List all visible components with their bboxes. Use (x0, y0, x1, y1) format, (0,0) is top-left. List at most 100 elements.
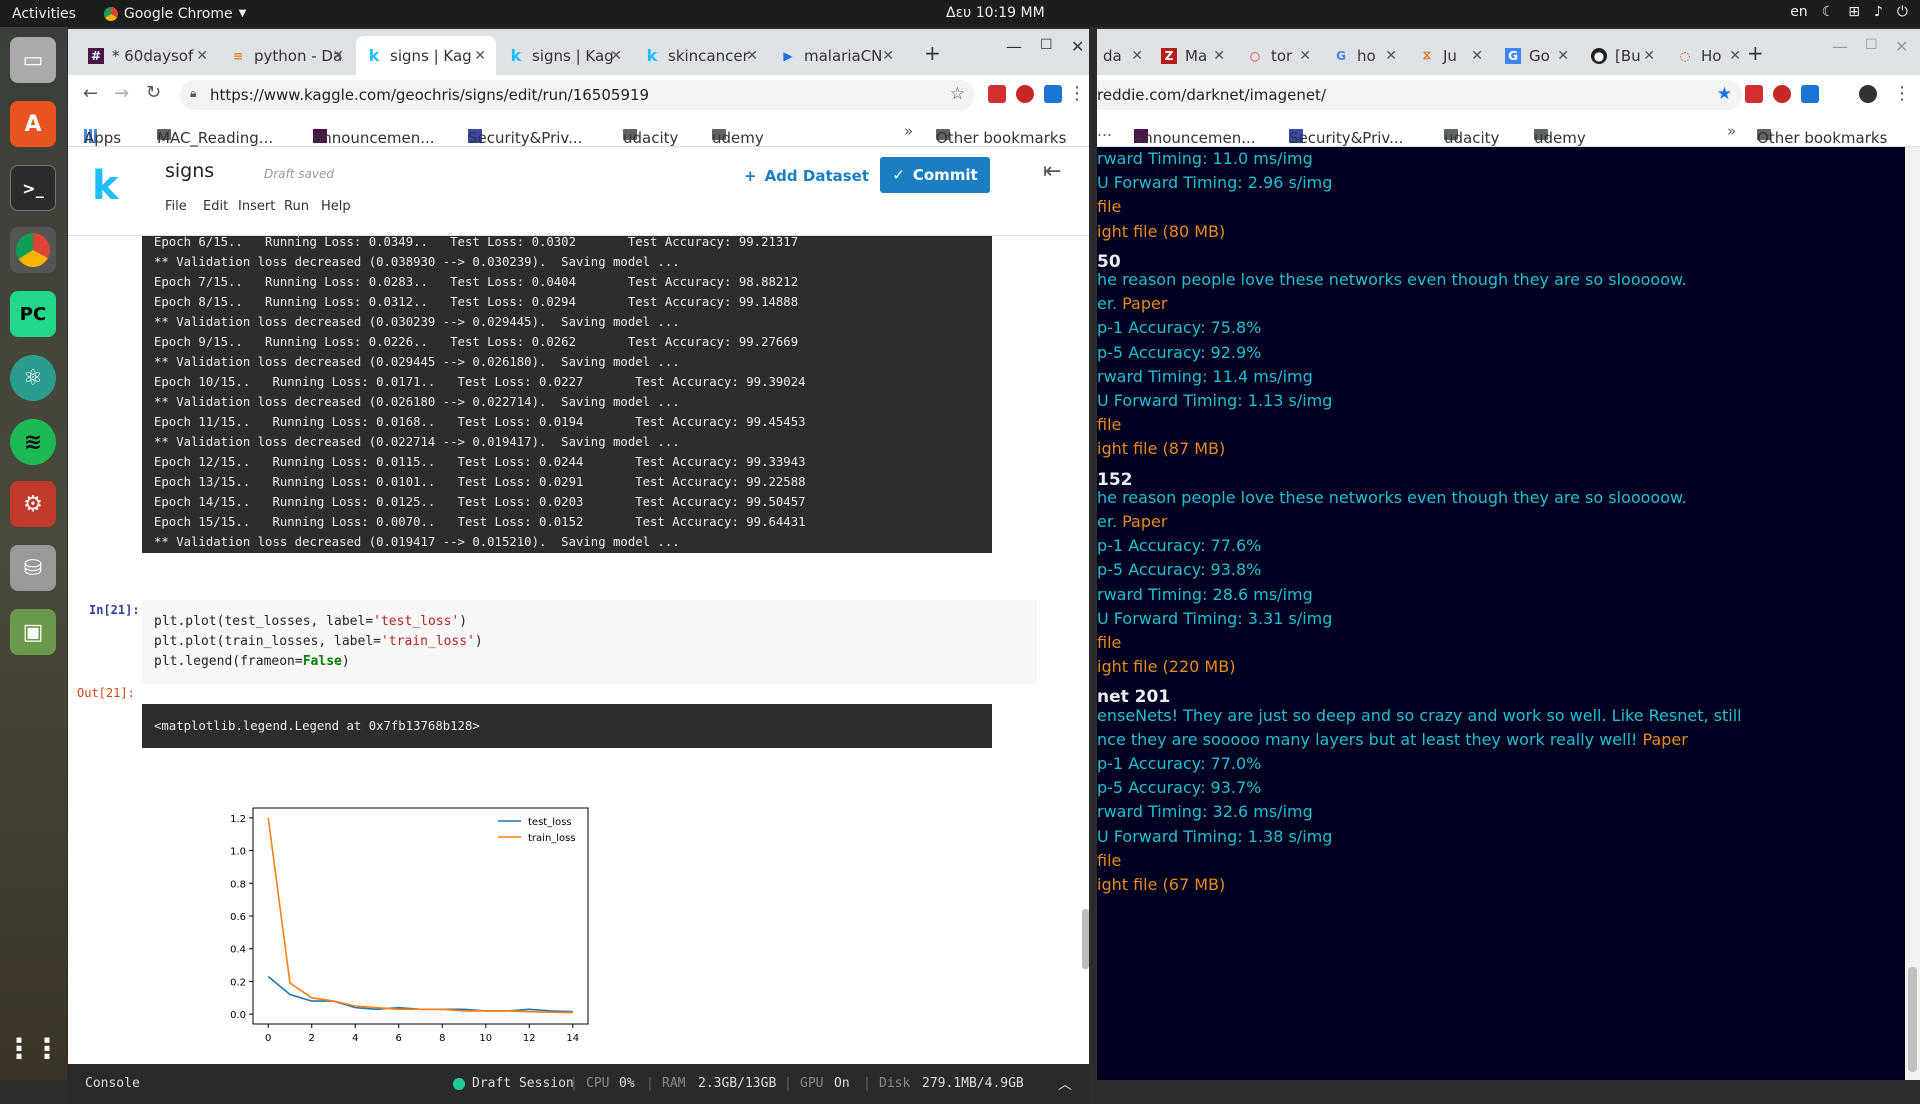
adblock-icon[interactable] (1016, 85, 1034, 103)
menu-insert[interactable]: Insert (238, 199, 275, 214)
address-bar[interactable]: 🔒︎ https://www.kaggle.com/geochris/signs… (180, 80, 975, 110)
link[interactable]: ight file (220 MB) (1097, 657, 1235, 676)
close-icon[interactable]: ✕ (882, 48, 894, 64)
menu-help[interactable]: Help (321, 199, 351, 214)
link[interactable]: file (1097, 633, 1121, 652)
link[interactable]: ight file (67 MB) (1097, 875, 1225, 894)
tab-5[interactable]: k skincancer ✕ (634, 36, 768, 75)
menu-run[interactable]: Run (284, 199, 309, 214)
scrollbar-track[interactable] (1905, 147, 1920, 1080)
menu-file[interactable]: File (165, 199, 187, 214)
link[interactable]: Paper (1643, 730, 1688, 749)
profile-icon[interactable] (1859, 85, 1877, 103)
close-icon[interactable]: ✕ (196, 48, 208, 64)
tab-6[interactable]: ▶ malariaCN ✕ (770, 36, 904, 75)
language-indicator[interactable]: en (1790, 4, 1808, 20)
star-icon[interactable]: ☆ (950, 84, 965, 104)
tab-1[interactable]: da ✕ (1097, 36, 1147, 75)
bookmarks-overflow-chevron[interactable]: » (1727, 122, 1736, 140)
close-icon[interactable]: ✕ (1213, 48, 1225, 64)
tab-5[interactable]: ⧖ Ju ✕ (1409, 36, 1493, 75)
session-label[interactable]: Draft Session (472, 1076, 574, 1091)
close-icon[interactable]: ✕ (1385, 48, 1397, 64)
minimize-button[interactable]: — (1832, 37, 1848, 56)
close-icon[interactable]: ✕ (1471, 48, 1483, 64)
power-icon[interactable]: ⏻ (1897, 4, 1908, 20)
new-tab-button[interactable]: + (924, 41, 941, 65)
close-icon[interactable]: ✕ (1643, 48, 1655, 64)
console-label[interactable]: Console (85, 1076, 140, 1091)
back-arrow-icon[interactable]: ← (83, 83, 98, 104)
files-icon[interactable]: ▭ (10, 37, 56, 83)
chevron-up-icon[interactable]: ︿ (1058, 1074, 1072, 1094)
app-menu[interactable]: Google Chrome ▼ (103, 6, 247, 22)
link[interactable]: ight file (87 MB) (1097, 439, 1225, 458)
scrollbar-thumb[interactable] (1908, 967, 1917, 1072)
disk-utility-icon[interactable]: ⛁ (10, 545, 56, 591)
close-icon[interactable]: ✕ (474, 48, 486, 64)
menu-edit[interactable]: Edit (203, 199, 228, 214)
close-window-button[interactable]: ✕ (1071, 37, 1084, 56)
tab-4[interactable]: Gho ✕ (1323, 36, 1407, 75)
extension-icon[interactable] (1801, 85, 1819, 103)
link[interactable]: file (1097, 197, 1121, 216)
spotify-icon[interactable]: ≋ (10, 419, 56, 465)
close-icon[interactable]: ✕ (1299, 48, 1311, 64)
tab-2[interactable]: ≡ python - Da ✕ (220, 36, 354, 75)
chrome-dock-icon[interactable] (10, 227, 56, 273)
activities-button[interactable]: Activities (12, 6, 76, 22)
tab-7[interactable]: ● [Bu ✕ (1581, 36, 1665, 75)
close-window-button[interactable]: ✕ (1895, 37, 1908, 56)
clock[interactable]: Δευ 10:19 ΜΜ (946, 5, 1045, 21)
image-viewer-icon[interactable]: ▣ (10, 609, 56, 655)
menu-kebab-icon[interactable]: ⋮ (1068, 83, 1086, 104)
adblock-icon[interactable] (1773, 85, 1791, 103)
pycharm-icon[interactable]: PC (10, 291, 56, 337)
tab-2[interactable]: Z Ma ✕ (1151, 36, 1235, 75)
add-dataset-button[interactable]: + Add Dataset (744, 167, 869, 185)
software-center-icon[interactable]: A (10, 101, 56, 147)
new-tab-button[interactable]: + (1747, 41, 1764, 65)
bookmarks-overflow-chevron[interactable]: » (904, 122, 913, 140)
tab-8[interactable]: ◌ Ho ✕ (1667, 36, 1751, 75)
notebook-title[interactable]: signs (165, 160, 214, 182)
atom-icon[interactable]: ⚛ (10, 355, 56, 401)
link[interactable]: file (1097, 851, 1121, 870)
settings-icon[interactable]: ⚙ (10, 481, 56, 527)
terminal-icon[interactable]: >_ (10, 165, 56, 211)
minimize-button[interactable]: — (1006, 37, 1022, 56)
close-icon[interactable]: ✕ (746, 48, 758, 64)
reload-icon[interactable]: ↻ (146, 82, 161, 103)
extension-icon[interactable] (1044, 85, 1062, 103)
close-icon[interactable]: ✕ (610, 48, 622, 64)
star-filled-icon[interactable]: ★ (1717, 84, 1732, 104)
extension-icon[interactable] (988, 85, 1006, 103)
address-bar[interactable]: reddie.com/darknet/imagenet/ ★ (1097, 80, 1742, 110)
tab-4[interactable]: k signs | Kag ✕ (498, 36, 632, 75)
bookmark-label: MAC_Reading... (157, 129, 274, 147)
collapse-panel-icon[interactable]: ⇤ (1043, 159, 1061, 184)
menu-kebab-icon[interactable]: ⋮ (1893, 83, 1911, 104)
kaggle-logo-icon[interactable]: k (92, 163, 119, 209)
link[interactable]: ight file (80 MB) (1097, 222, 1225, 241)
link[interactable]: Paper (1122, 294, 1167, 313)
extension-icon[interactable] (1745, 85, 1763, 103)
tab-3-active[interactable]: k signs | Kag ✕ (356, 36, 496, 75)
link[interactable]: file (1097, 415, 1121, 434)
chevron-down-icon: ▼ (238, 8, 247, 19)
maximize-button[interactable]: ☐ (1865, 37, 1878, 53)
forward-arrow-icon[interactable]: → (114, 83, 129, 104)
close-icon[interactable]: ✕ (1131, 48, 1143, 64)
commit-button[interactable]: ✓ Commit (880, 157, 990, 193)
maximize-button[interactable]: ☐ (1040, 37, 1053, 53)
tab-3[interactable]: ○ tor ✕ (1237, 36, 1321, 75)
link[interactable]: Paper (1122, 512, 1167, 531)
show-apps-icon[interactable]: ⋮⋮ (5, 1025, 61, 1071)
close-icon[interactable]: ✕ (332, 48, 344, 64)
close-icon[interactable]: ✕ (1729, 48, 1741, 64)
code-cell[interactable]: plt.plot(test_losses, label='test_loss')… (142, 600, 1037, 684)
close-icon[interactable]: ✕ (1557, 48, 1569, 64)
tab-1[interactable]: # * 60daysof ✕ (78, 36, 218, 75)
scrollbar[interactable] (1082, 909, 1089, 969)
tab-6[interactable]: G Go ✕ (1495, 36, 1579, 75)
